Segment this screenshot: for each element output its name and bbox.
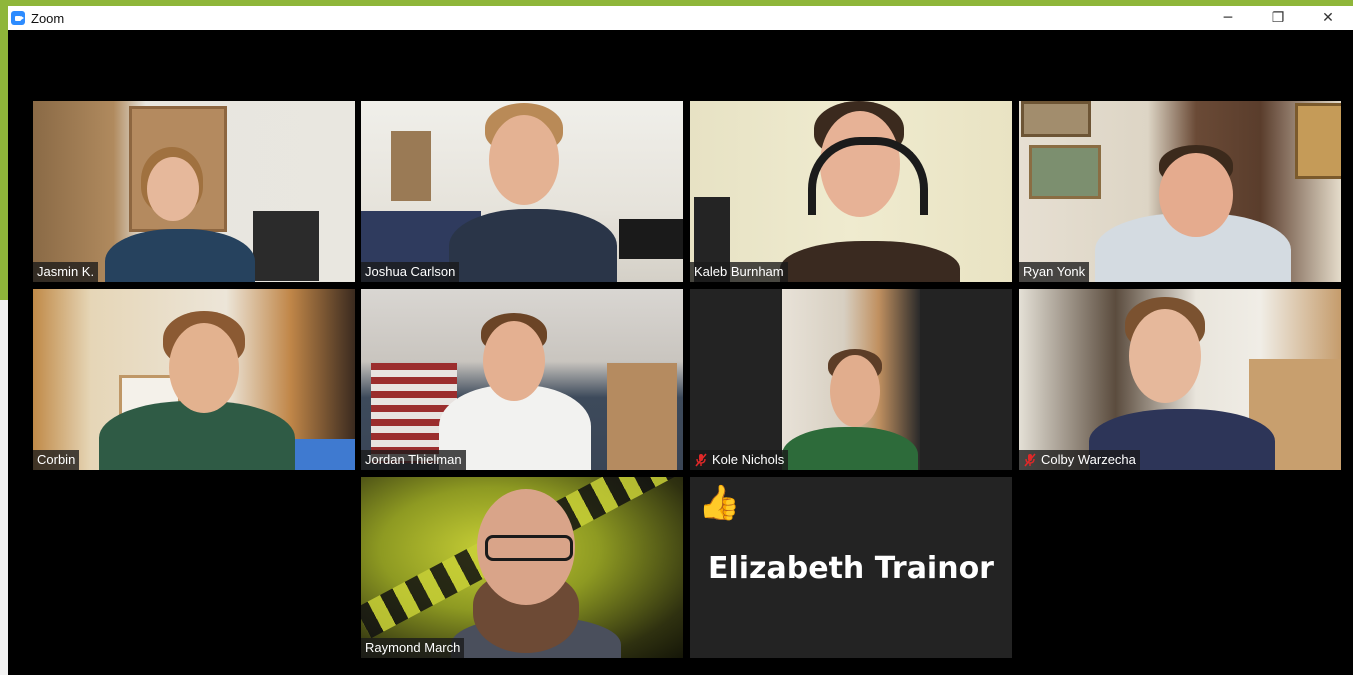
window-title: Zoom — [31, 10, 65, 26]
person-body — [449, 209, 617, 282]
participant-name: Corbin — [37, 452, 76, 467]
video-tile-kaleb[interactable]: Kaleb Burnham — [690, 101, 1012, 282]
participant-name-tag: Corbin — [33, 450, 80, 470]
wall-painting — [1029, 145, 1101, 199]
wall-painting — [1295, 103, 1341, 179]
zoom-window: Zoom ─ ❐ ✕ Jasmin K. Joshua Carlson Kale… — [8, 6, 1353, 675]
participant-name-tag: Jordan Thielman — [361, 450, 466, 470]
person-body — [105, 229, 255, 282]
participant-name: Jasmin K. — [37, 264, 95, 279]
video-tile-kole[interactable]: Kole Nichols — [690, 289, 1012, 470]
participant-name-tag: Jasmin K. — [33, 262, 99, 282]
person-face — [1129, 309, 1201, 403]
participant-name: Jordan Thielman — [365, 452, 462, 467]
person-face — [169, 323, 239, 413]
gallery-view: Jasmin K. Joshua Carlson Kaleb Burnham R… — [8, 30, 1353, 675]
glasses — [485, 535, 573, 561]
participant-name: Raymond March — [365, 640, 461, 655]
background-shelf — [253, 211, 319, 281]
participant-name-tag: Kaleb Burnham — [690, 262, 788, 282]
participant-display-name: Elizabeth Trainor — [708, 551, 994, 586]
participant-name: Joshua Carlson — [365, 264, 456, 279]
person-face — [483, 321, 545, 401]
video-tile-joshua[interactable]: Joshua Carlson — [361, 101, 683, 282]
video-tile-raymond[interactable]: Raymond March — [361, 477, 683, 658]
participant-name-tag: Raymond March — [361, 638, 465, 658]
person-face — [147, 157, 199, 221]
video-tile-colby[interactable]: Colby Warzecha — [1019, 289, 1341, 470]
video-tile-ryan[interactable]: Ryan Yonk — [1019, 101, 1341, 282]
person-body — [782, 427, 918, 470]
participant-name-tag: Ryan Yonk — [1019, 262, 1090, 282]
participant-name: Kole Nichols — [712, 452, 785, 467]
desktop-background-left-lower — [0, 300, 8, 675]
video-tile-elizabeth[interactable]: 👍 Elizabeth Trainor — [690, 477, 1012, 658]
background-monitor — [291, 439, 355, 470]
background-keyboard — [619, 219, 683, 259]
title-bar[interactable]: Zoom ─ ❐ ✕ — [8, 6, 1353, 30]
headphones — [808, 137, 928, 215]
zoom-logo-icon — [11, 11, 25, 25]
participant-name-tag: Joshua Carlson — [361, 262, 460, 282]
person-face — [830, 355, 880, 427]
person-face — [1159, 153, 1233, 237]
microphone-muted-icon — [1024, 452, 1036, 467]
microphone-muted-icon — [695, 452, 707, 467]
video-tile-jasmin[interactable]: Jasmin K. — [33, 101, 355, 282]
thumbs-up-icon: 👍 — [698, 484, 741, 522]
participant-name: Ryan Yonk — [1023, 264, 1086, 279]
window-controls: ─ ❐ ✕ — [1203, 6, 1353, 30]
video-tile-corbin[interactable]: Corbin — [33, 289, 355, 470]
wall-painting — [1021, 101, 1091, 137]
person-face — [489, 115, 559, 205]
minimize-button[interactable]: ─ — [1203, 6, 1253, 30]
participant-name: Kaleb Burnham — [694, 264, 784, 279]
desktop-background-left — [0, 0, 8, 300]
background-door — [607, 363, 677, 470]
video-tile-jordan[interactable]: Jordan Thielman — [361, 289, 683, 470]
restore-button[interactable]: ❐ — [1253, 6, 1303, 30]
close-button[interactable]: ✕ — [1303, 6, 1353, 30]
background-door — [391, 131, 431, 201]
participant-name-tag: Kole Nichols — [690, 450, 789, 470]
participant-name-tag: Colby Warzecha — [1019, 450, 1140, 470]
participant-name: Colby Warzecha — [1041, 452, 1136, 467]
